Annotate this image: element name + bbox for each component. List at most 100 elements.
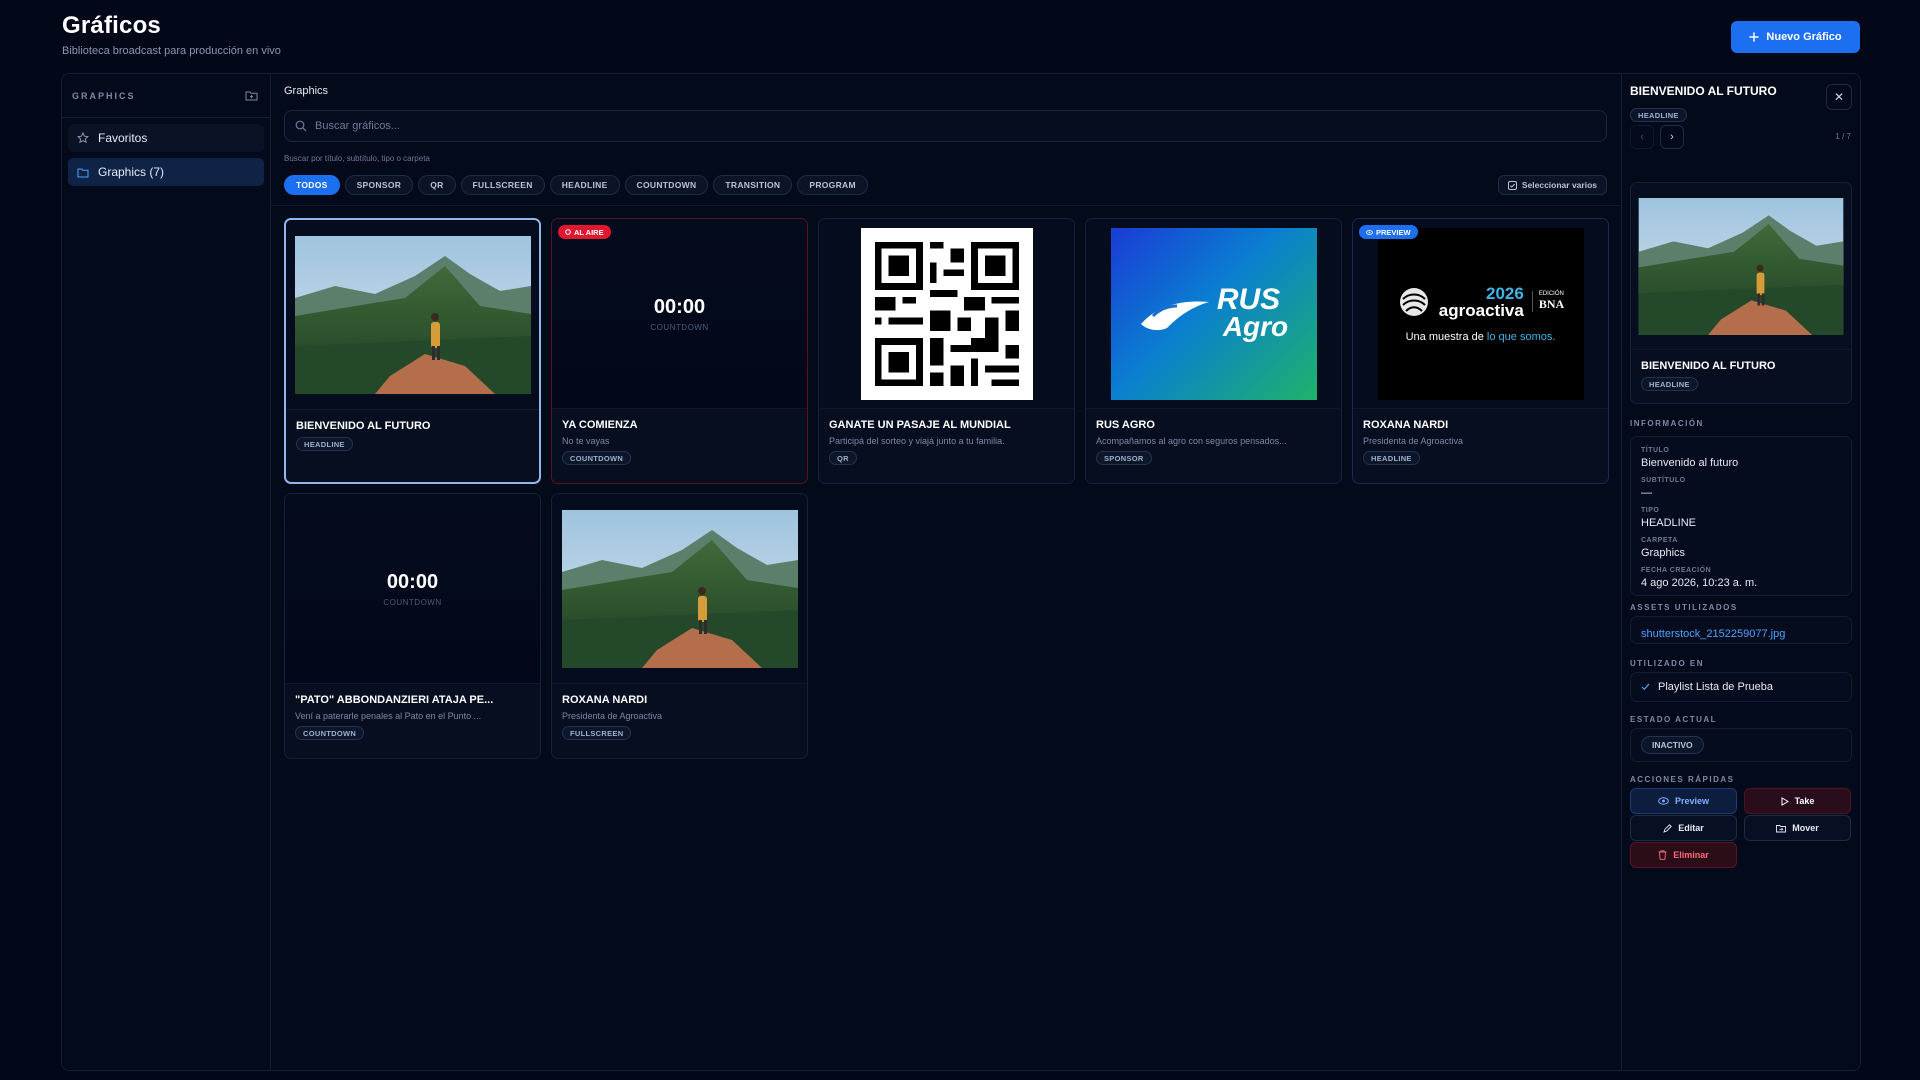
pencil-icon <box>1663 823 1673 833</box>
preview-button[interactable]: Preview <box>1630 788 1737 814</box>
card-body: YA COMIENZA No te vayas COUNTDOWN <box>552 409 807 466</box>
filter-chip-todos[interactable]: TODOS <box>284 175 340 195</box>
edit-button-label: Editar <box>1678 823 1704 833</box>
main-content: Graphics Buscar por título, subtítulo, t… <box>271 74 1621 1070</box>
tagline-part-a: Una muestra de <box>1405 330 1487 343</box>
search-bar[interactable] <box>284 110 1607 142</box>
filter-chip-fullscreen[interactable]: FULLSCREEN <box>460 175 545 195</box>
move-button[interactable]: Mover <box>1744 815 1851 841</box>
card-title: "PATO" ABBONDANZIERI ATAJA PE... <box>295 694 494 706</box>
info-value: Graphics <box>1641 547 1686 559</box>
state-badge: INACTIVO <box>1641 736 1704 754</box>
trash-icon <box>1658 850 1667 860</box>
panel-title: BIENVENIDO AL FUTURO <box>1630 84 1777 98</box>
agroactiva-emblem-icon <box>1399 287 1428 316</box>
graphic-card[interactable]: GANATE UN PASAJE AL MUNDIAL Participá de… <box>818 218 1075 484</box>
card-title: ROXANA NARDI <box>1363 419 1449 431</box>
graphic-card[interactable]: PREVIEW 2026 agroactiva EDICIÓN BNA Una … <box>1352 218 1609 484</box>
card-title: RUS AGRO <box>1096 419 1155 431</box>
graphic-card[interactable]: AL AIRE 00:00 COUNTDOWN YA COMIENZA No t… <box>551 218 808 484</box>
type-badge: COUNTDOWN <box>562 451 632 465</box>
new-folder-icon[interactable] <box>245 90 258 101</box>
graphics-grid: BIENVENIDO AL FUTURO HEADLINE AL AIRE 00… <box>284 218 1609 759</box>
graphic-card[interactable]: RUS Agro RUS AGRO Acompañamos al agro co… <box>1085 218 1342 484</box>
next-button[interactable]: › <box>1660 125 1684 149</box>
star-icon <box>77 132 89 144</box>
type-badge: QR <box>829 451 857 465</box>
sidebar-header: GRAPHICS <box>62 74 270 118</box>
take-button[interactable]: Take <box>1744 788 1851 814</box>
assets-box: shutterstock_2152259077.jpg <box>1630 616 1852 644</box>
type-badge: HEADLINE <box>1363 451 1420 465</box>
used-in-item[interactable]: Playlist Lista de Prueba <box>1641 681 1773 693</box>
delete-button[interactable]: Eliminar <box>1630 842 1737 868</box>
graphic-card[interactable]: BIENVENIDO AL FUTURO HEADLINE <box>284 218 541 484</box>
card-subtitle: Vení a paterarle penales al Pato en el P… <box>295 711 482 721</box>
actions-section-label: ACCIONES RÁPIDAS <box>1630 775 1735 784</box>
asset-link[interactable]: shutterstock_2152259077.jpg <box>1641 628 1785 640</box>
sidebar-item-favoritos[interactable]: Favoritos <box>68 124 264 152</box>
play-icon <box>1781 796 1789 806</box>
previous-button[interactable]: ‹ <box>1630 125 1654 149</box>
filter-chip-program[interactable]: PROGRAM <box>797 175 868 195</box>
filter-chip-sponsor[interactable]: SPONSOR <box>344 175 414 195</box>
logo-brand: agroactiva <box>1438 300 1524 320</box>
edit-button[interactable]: Editar <box>1630 815 1737 841</box>
filter-chip-transition[interactable]: TRANSITION <box>713 175 793 195</box>
filter-chips: TODOS SPONSOR QR FULLSCREEN HEADLINE COU… <box>284 175 868 195</box>
graphic-card[interactable]: ROXANA NARDI Presidenta de Agroactiva FU… <box>551 493 808 759</box>
new-graphic-label: Nuevo Gráfico <box>1766 31 1842 43</box>
item-counter: 1 / 7 <box>1835 132 1851 141</box>
panel-preview-card: BIENVENIDO AL FUTURO HEADLINE <box>1630 182 1852 404</box>
countdown-time: 00:00 <box>653 295 706 318</box>
sidebar-item-label: Favoritos <box>98 131 148 145</box>
preview-thumbnail <box>1631 183 1851 350</box>
panel-navigation: ‹ › <box>1630 125 1684 149</box>
type-badge: HEADLINE <box>296 437 353 451</box>
card-thumbnail: 2026 agroactiva EDICIÓN BNA Una muestra … <box>1353 219 1608 409</box>
app-frame: GRAPHICS Favoritos Graphics (7) Graphics <box>61 73 1861 1071</box>
take-button-label: Take <box>1794 796 1815 806</box>
info-key: FECHA CREACIÓN <box>1641 567 1712 574</box>
details-panel: BIENVENIDO AL FUTURO ✕ HEADLINE ‹ › 1 / … <box>1621 74 1861 1070</box>
info-value: Bienvenido al futuro <box>1641 457 1739 469</box>
sidebar-item-label: Graphics (7) <box>98 165 165 179</box>
sidebar-item-graphics[interactable]: Graphics (7) <box>68 158 264 186</box>
card-title: ROXANA NARDI <box>562 694 648 706</box>
filter-chip-headline[interactable]: HEADLINE <box>549 175 620 195</box>
logo-bank: BNA <box>1538 297 1565 311</box>
info-key: CARPETA <box>1641 537 1678 544</box>
card-body: BIENVENIDO AL FUTURO HEADLINE <box>286 410 539 452</box>
leaf-icon <box>1140 301 1209 330</box>
select-multiple-button[interactable]: Seleccionar varios <box>1497 175 1607 195</box>
agroactiva-logo: 2026 agroactiva EDICIÓN BNA Una muestra … <box>1377 227 1584 400</box>
sidebar: GRAPHICS Favoritos Graphics (7) <box>62 74 271 1070</box>
eye-icon <box>1658 797 1669 805</box>
type-badge: FULLSCREEN <box>562 726 632 740</box>
agro-logo-text: Agro <box>1222 311 1289 343</box>
info-key: TIPO <box>1641 507 1660 514</box>
delete-button-label: Eliminar <box>1673 850 1709 860</box>
close-button[interactable]: ✕ <box>1826 84 1852 110</box>
card-body: RUS AGRO Acompañamos al agro con seguros… <box>1086 409 1341 466</box>
card-title: YA COMIENZA <box>562 419 638 431</box>
card-body: "PATO" ABBONDANZIERI ATAJA PE... Vení a … <box>285 684 540 741</box>
page-subtitle: Biblioteca broadcast para producción en … <box>62 45 281 57</box>
folder-icon <box>77 167 89 178</box>
new-graphic-button[interactable]: Nuevo Gráfico <box>1731 21 1860 53</box>
card-title: BIENVENIDO AL FUTURO <box>296 420 431 432</box>
filter-chip-countdown[interactable]: COUNTDOWN <box>624 175 709 195</box>
info-value: — <box>1641 487 1652 499</box>
checkbox-icon <box>1507 180 1517 190</box>
on-air-label: AL AIRE <box>574 227 604 237</box>
qr-code-image <box>860 227 1033 400</box>
graphic-card[interactable]: 00:00 COUNTDOWN "PATO" ABBONDANZIERI ATA… <box>284 493 541 759</box>
card-body: GANATE UN PASAJE AL MUNDIAL Participá de… <box>819 409 1074 466</box>
info-value: HEADLINE <box>1641 517 1697 529</box>
rus-logo-text: RUS <box>1216 282 1281 316</box>
type-badge: COUNTDOWN <box>295 726 365 740</box>
filter-chip-qr[interactable]: QR <box>418 175 456 195</box>
preview-type-badge: HEADLINE <box>1641 377 1698 391</box>
search-input[interactable] <box>315 120 1515 132</box>
card-subtitle: Participá del sorteo y viajá junto a tu … <box>829 436 1005 446</box>
